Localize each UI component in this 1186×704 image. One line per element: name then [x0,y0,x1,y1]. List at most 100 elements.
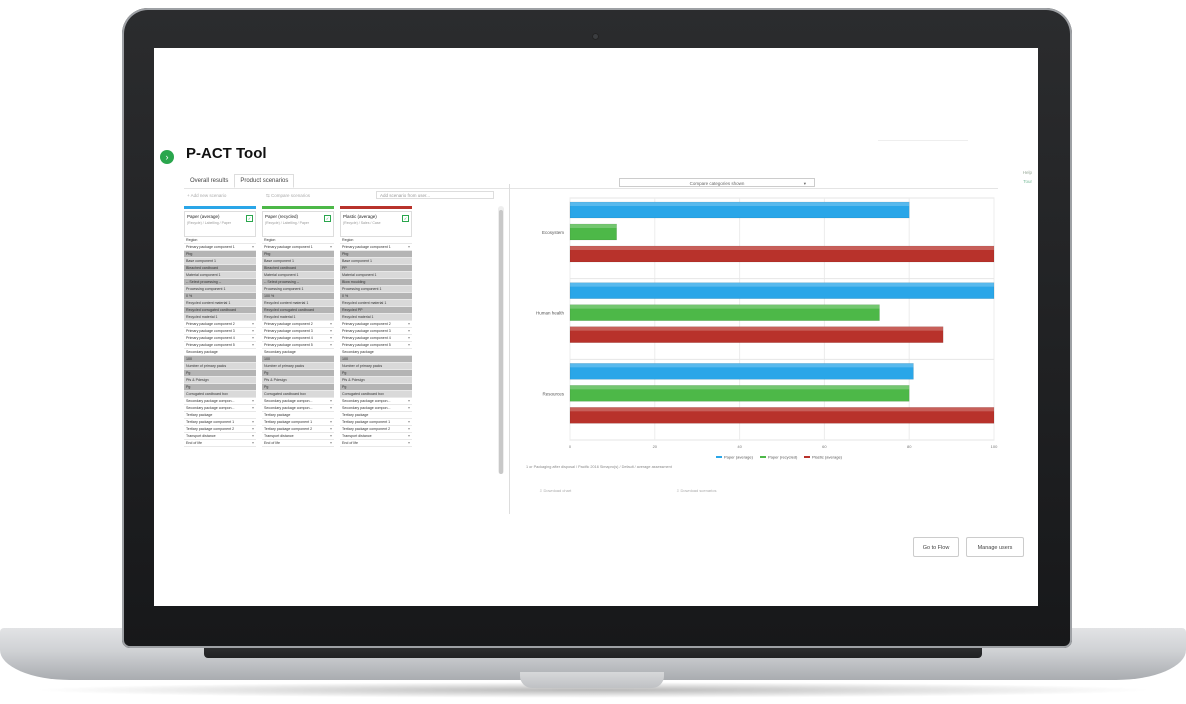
scenario-dropdown[interactable]: Tertiary package component 2 [340,426,412,433]
scenario-dropdown[interactable]: Transport distance [340,433,412,440]
go-to-flow-button[interactable]: Go to Flow [913,537,959,557]
scenario-field[interactable]: Corrugated cardboard box [184,391,256,398]
scenario-field[interactable]: Blow moulding [340,279,412,286]
scenario-dropdown[interactable]: Primary package component 3 [184,328,256,335]
scenario-dropdown[interactable]: Secondary package compon... [262,405,334,412]
scenario-field[interactable]: Pfs & Pdesign [340,377,412,384]
scenario-header[interactable]: Paper (average) (Recycle) / Labelling / P… [184,211,256,237]
scenario-dropdown[interactable]: Secondary package compon... [184,398,256,405]
tour-link[interactable]: Tour [1023,179,1032,184]
scenario-field[interactable]: Pg [262,384,334,391]
scenario-dropdown[interactable]: End of life [262,440,334,447]
scenario-field[interactable]: Pbg [262,251,334,258]
scenario-field[interactable]: Pfs & Pdesign [262,377,334,384]
scenario-field[interactable]: Number of primary packs [262,363,334,370]
scenario-field[interactable]: Pg [262,370,334,377]
scenario-field[interactable]: Number of primary packs [340,363,412,370]
scenario-field[interactable]: Recycled PP [340,307,412,314]
scenario-field[interactable]: Pg [340,384,412,391]
scenario-field[interactable]: Pg [184,370,256,377]
scenario-field[interactable]: -- Select processing -- [262,279,334,286]
load-scenario-select[interactable]: Add scenario from user... [376,191,494,199]
scenario-field[interactable]: Material component 1 [340,272,412,279]
scenario-field[interactable]: Secondary package [262,349,334,356]
scenario-field[interactable]: Processing component 1 [340,286,412,293]
scenario-field[interactable]: Recycled content material 1 [184,300,256,307]
scenario-field[interactable]: Recycled material 1 [262,314,334,321]
scenario-field[interactable]: Bleached cardboard [184,265,256,272]
scenario-dropdown[interactable]: Primary package component 5 [184,342,256,349]
panel-divider[interactable] [509,184,510,514]
tab-overall-results[interactable]: Overall results [184,174,234,188]
scenario-dropdown[interactable]: Transport distance [184,433,256,440]
scenario-dropdown[interactable]: Primary package component 1 [262,244,334,251]
scenario-dropdown[interactable]: Primary package component 2 [262,321,334,328]
scenario-dropdown[interactable]: End of life [184,440,256,447]
compare-categories-select[interactable]: Compare categories shown ▾ [619,178,815,187]
scenario-field[interactable]: Pg [340,370,412,377]
scenario-dropdown[interactable]: Tertiary package component 1 [340,419,412,426]
scenario-field[interactable]: Base component 1 [340,258,412,265]
scenario-field[interactable]: Recycled material 1 [340,314,412,321]
scenario-dropdown[interactable]: Primary package component 1 [184,244,256,251]
scenario-field[interactable]: Pfs & Pdesign [184,377,256,384]
scenario-field[interactable]: 100 [340,356,412,363]
scenario-field[interactable]: -- Select processing -- [184,279,256,286]
scenario-field[interactable]: Number of primary packs [184,363,256,370]
scenario-dropdown[interactable]: Tertiary package component 1 [262,419,334,426]
compare-scenarios-link[interactable]: ⇆ Compare scenarios [266,193,310,199]
scenario-field[interactable]: Pbg [340,251,412,258]
scenario-header[interactable]: Plastic (average) (Recycle) / Sales / Cas… [340,211,412,237]
scenario-field[interactable]: Material component 1 [184,272,256,279]
scenario-field[interactable]: Recycled content material 1 [340,300,412,307]
scenario-dropdown[interactable]: End of life [340,440,412,447]
checkbox-icon[interactable]: ✓ [246,215,253,222]
help-link[interactable]: Help [1023,170,1032,175]
scenario-dropdown[interactable]: Primary package component 4 [184,335,256,342]
scenario-field[interactable]: PP [340,265,412,272]
scenario-field[interactable]: 0 % [340,293,412,300]
checkbox-icon[interactable]: ✓ [402,215,409,222]
scenario-field[interactable]: Pbg [184,251,256,258]
scenario-dropdown[interactable]: Primary package component 5 [340,342,412,349]
scenario-dropdown[interactable]: Transport distance [262,433,334,440]
add-scenario-link[interactable]: + Add new scenario [187,193,226,198]
download-scenarios-link[interactable]: ⇩ Download scenarios [676,488,717,493]
scenario-field[interactable]: Bleached cardboard [262,265,334,272]
scenario-dropdown[interactable]: Tertiary package component 2 [184,426,256,433]
scenario-field[interactable]: Recycled corrugated cardboard [184,307,256,314]
scenario-field[interactable]: 100 [262,356,334,363]
scenario-dropdown[interactable]: Primary package component 4 [340,335,412,342]
scenario-field[interactable]: Recycled content material 1 [262,300,334,307]
scenario-dropdown[interactable]: Secondary package compon... [340,405,412,412]
scenario-header[interactable]: Paper (recycled) (Recycle) / Labelling / … [262,211,334,237]
scenario-field[interactable]: Pg [184,384,256,391]
scenario-field[interactable]: Corrugated cardboard box [262,391,334,398]
scenario-dropdown[interactable]: Primary package component 3 [262,328,334,335]
tab-product-scenarios[interactable]: Product scenarios [234,174,295,188]
scenario-field[interactable]: Base component 1 [184,258,256,265]
manage-users-button[interactable]: Manage users [966,537,1024,557]
scenario-field[interactable]: Material component 1 [262,272,334,279]
scenario-field[interactable]: Secondary package [340,349,412,356]
scenario-field[interactable]: Recycled material 1 [184,314,256,321]
scenario-field[interactable]: Base component 1 [262,258,334,265]
scenario-field[interactable]: Region [184,237,256,244]
scenario-dropdown[interactable]: Primary package component 5 [262,342,334,349]
scenario-dropdown[interactable]: Tertiary package component 1 [184,419,256,426]
checkbox-icon[interactable]: ✓ [324,215,331,222]
scenario-dropdown[interactable]: Secondary package compon... [340,398,412,405]
scenario-field[interactable]: 100 [184,356,256,363]
scenario-dropdown[interactable]: Primary package component 2 [340,321,412,328]
download-chart-link[interactable]: ⇩ Download chart [539,488,571,493]
scenario-field[interactable]: Recycled corrugated cardboard [262,307,334,314]
scenario-field[interactable]: Region [262,237,334,244]
scenario-field[interactable]: Processing component 1 [184,286,256,293]
scenario-field[interactable]: 0 % [184,293,256,300]
scrollbar-thumb[interactable] [499,210,503,474]
scenario-dropdown[interactable]: Secondary package compon... [184,405,256,412]
scenario-field[interactable]: Secondary package [184,349,256,356]
scenario-field[interactable]: Tertiary package [340,412,412,419]
scenario-field[interactable]: Tertiary package [262,412,334,419]
scenario-field[interactable]: 100 % [262,293,334,300]
